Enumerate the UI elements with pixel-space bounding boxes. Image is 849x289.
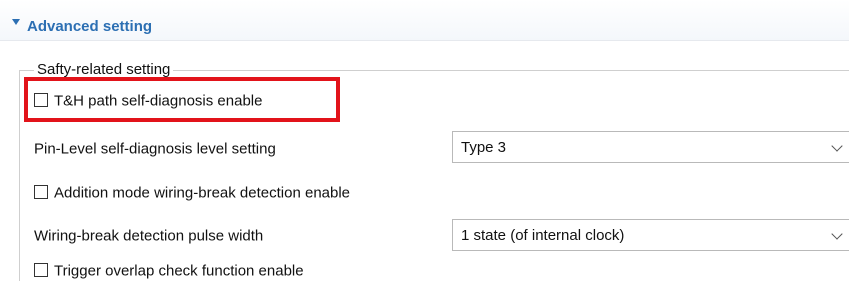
pin-level-diag-select[interactable]: Type 3 — [452, 131, 849, 163]
highlight-box — [24, 77, 340, 122]
caret-down-icon[interactable] — [12, 19, 20, 25]
addition-mode-checkbox-row[interactable]: Addition mode wiring-break detection ena… — [34, 184, 350, 202]
advanced-setting-header[interactable]: Advanced setting — [0, 0, 849, 41]
chevron-down-icon[interactable] — [831, 140, 843, 152]
wiring-break-pulse-label-row: Wiring-break detection pulse width — [34, 227, 263, 245]
pin-level-diag-label-row: Pin-Level self-diagnosis level setting — [34, 140, 276, 158]
trigger-overlap-checkbox[interactable] — [34, 262, 48, 277]
section-title[interactable]: Advanced setting — [27, 18, 152, 35]
chevron-down-icon[interactable] — [831, 228, 843, 240]
wiring-break-pulse-label: Wiring-break detection pulse width — [34, 227, 264, 245]
pin-level-diag-label: Pin-Level self-diagnosis level setting — [34, 140, 276, 158]
trigger-overlap-checkbox-row[interactable]: Trigger overlap check function enable — [34, 262, 304, 280]
addition-mode-label[interactable]: Addition mode wiring-break detection ena… — [54, 184, 350, 201]
wiring-break-pulse-value: 1 state (of internal clock) — [461, 227, 625, 244]
group-legend: Safty-related setting — [34, 61, 174, 78]
wiring-break-pulse-select[interactable]: 1 state (of internal clock) — [452, 219, 849, 251]
pin-level-diag-value: Type 3 — [461, 139, 507, 156]
addition-mode-checkbox[interactable] — [34, 184, 48, 199]
trigger-overlap-label[interactable]: Trigger overlap check function enable — [54, 262, 304, 279]
